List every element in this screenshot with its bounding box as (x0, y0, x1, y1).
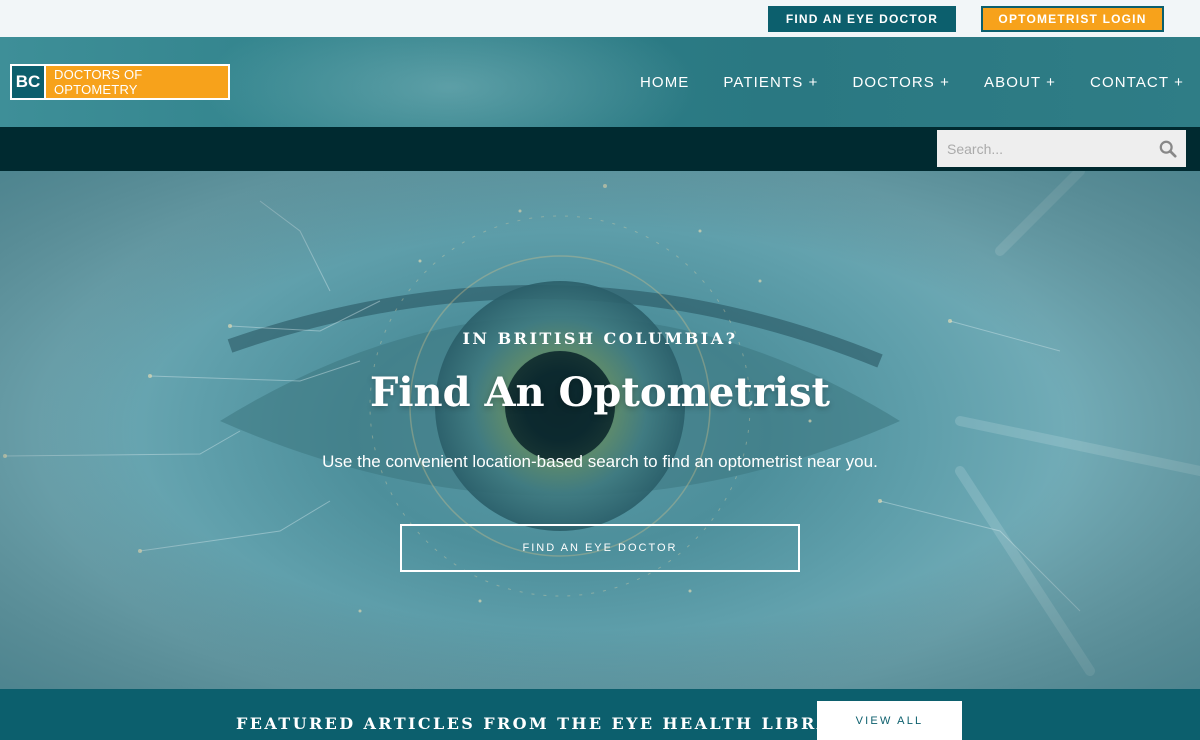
nav-item-patients[interactable]: PATIENTS + (723, 74, 818, 91)
logo-abbreviation: BC (12, 66, 46, 98)
search-strip (0, 127, 1200, 171)
nav-item-home[interactable]: HOME (640, 74, 689, 91)
search-input[interactable] (937, 130, 1147, 167)
hero-subtitle: Use the convenient location-based search… (322, 452, 878, 471)
search-box (937, 130, 1186, 167)
search-icon[interactable] (1159, 140, 1177, 158)
utility-bar: FIND AN EYE DOCTOR OPTOMETRIST LOGIN (0, 0, 1200, 37)
nav-item-doctors[interactable]: DOCTORS + (852, 74, 950, 91)
featured-articles-title: FEATURED ARTICLES FROM THE EYE HEALTH LI… (236, 714, 861, 733)
main-nav: HOME PATIENTS + DOCTORS + ABOUT + CONTAC… (640, 37, 1184, 127)
featured-articles-bar: FEATURED ARTICLES FROM THE EYE HEALTH LI… (0, 689, 1200, 740)
nav-item-about[interactable]: ABOUT + (984, 74, 1056, 91)
find-eye-doctor-button[interactable]: FIND AN EYE DOCTOR (768, 6, 956, 32)
nav-item-contact[interactable]: CONTACT + (1090, 74, 1184, 91)
header-background-image (200, 37, 700, 127)
hero-section: IN BRITISH COLUMBIA? Find An Optometrist… (0, 171, 1200, 689)
view-all-button[interactable]: VIEW ALL (817, 701, 962, 740)
logo-name: DOCTORS OF OPTOMETRY (46, 66, 228, 98)
hero-title: Find An Optometrist (369, 369, 831, 416)
site-logo[interactable]: BC DOCTORS OF OPTOMETRY (10, 64, 230, 100)
hero-content: IN BRITISH COLUMBIA? Find An Optometrist… (0, 171, 1200, 689)
optometrist-login-button[interactable]: OPTOMETRIST LOGIN (981, 6, 1164, 32)
site-header: BC DOCTORS OF OPTOMETRY HOME PATIENTS + … (0, 37, 1200, 127)
hero-find-eye-doctor-button[interactable]: FIND AN EYE DOCTOR (400, 524, 800, 572)
hero-eyebrow: IN BRITISH COLUMBIA? (462, 329, 738, 348)
